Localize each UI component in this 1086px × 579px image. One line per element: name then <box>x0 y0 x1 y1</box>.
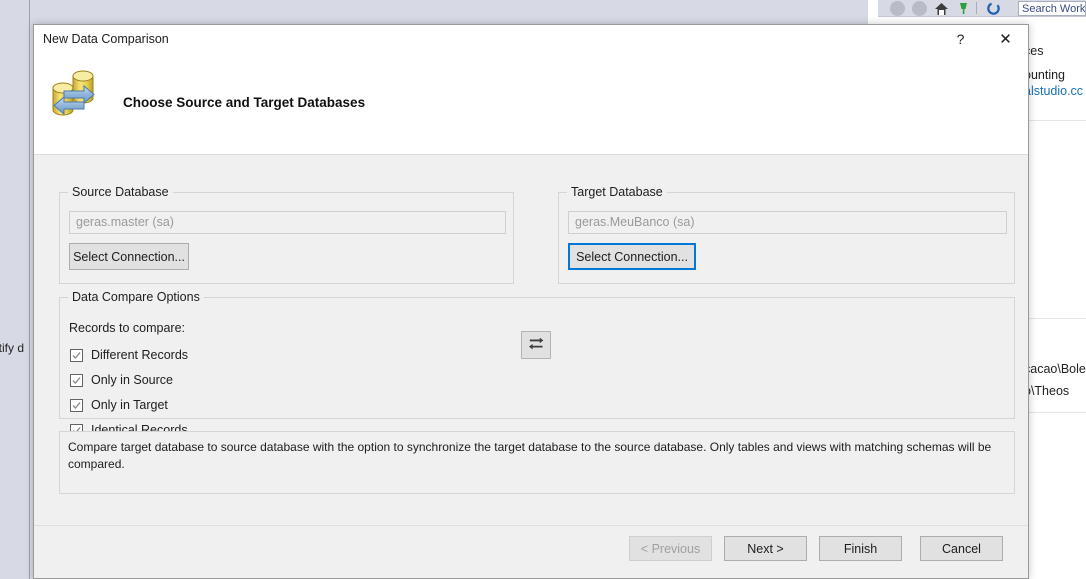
dialog-titlebar: New Data Comparison ? ✕ <box>34 25 1028 55</box>
target-database-legend: Target Database <box>567 185 667 199</box>
dialog-footer: < Previous Next > Finish Cancel <box>34 525 1028 578</box>
cancel-button[interactable]: Cancel <box>920 536 1003 561</box>
description-text: Compare target database to source databa… <box>68 440 992 471</box>
refresh-icon[interactable] <box>986 1 1001 16</box>
checkbox-only-in-source[interactable]: Only in Source <box>70 371 173 389</box>
dialog-body: Source Database geras.master (sa) Select… <box>34 155 1028 549</box>
back-arrow-icon[interactable] <box>890 1 905 16</box>
background-text-accounting: ounting <box>1024 68 1066 82</box>
forward-arrow-icon[interactable] <box>912 1 927 16</box>
dialog-heading: Choose Source and Target Databases <box>123 95 366 110</box>
editor-left-region: ntify d <box>0 0 30 579</box>
finish-button[interactable]: Finish <box>819 536 902 561</box>
checkbox-label: Different Records <box>91 348 189 362</box>
home-icon[interactable] <box>934 1 949 16</box>
records-to-compare-label: Records to compare: <box>69 321 186 335</box>
target-select-connection-button[interactable]: Select Connection... <box>568 243 696 270</box>
checkmark-icon <box>70 398 83 412</box>
background-text-path-2: o\Theos <box>1024 384 1070 398</box>
background-text-url[interactable]: alstudio.cc <box>1024 84 1083 98</box>
new-data-comparison-dialog: New Data Comparison ? ✕ Choose Source an… <box>33 24 1029 579</box>
toolbar-separator <box>976 2 977 14</box>
background-left-text: ntify d <box>0 341 25 355</box>
checkbox-label: Only in Source <box>91 373 173 387</box>
source-select-connection-button[interactable]: Select Connection... <box>69 243 189 270</box>
previous-button[interactable]: < Previous <box>629 536 712 561</box>
checkbox-different-records[interactable]: Different Records <box>70 346 188 364</box>
next-button[interactable]: Next > <box>724 536 807 561</box>
background-text-path-1: cacao\Bole <box>1024 362 1086 376</box>
target-connection-value[interactable]: geras.MeuBanco (sa) <box>568 211 1007 234</box>
database-compare-icon <box>46 66 102 122</box>
source-connection-value[interactable]: geras.master (sa) <box>69 211 506 234</box>
description-panel: Compare target database to source databa… <box>59 431 1015 494</box>
source-database-group: Source Database geras.master (sa) Select… <box>59 185 514 284</box>
dialog-title: New Data Comparison <box>43 32 169 46</box>
checkbox-only-in-target[interactable]: Only in Target <box>70 396 168 414</box>
close-icon[interactable]: ✕ <box>983 25 1028 54</box>
data-compare-options-legend: Data Compare Options <box>68 290 204 304</box>
source-database-legend: Source Database <box>68 185 173 199</box>
checkmark-icon <box>70 373 83 387</box>
search-work-items-input[interactable]: Search Work <box>1018 1 1086 16</box>
data-compare-options-group: Data Compare Options <box>59 290 1015 419</box>
target-database-group: Target Database geras.MeuBanco (sa) Sele… <box>558 185 1015 284</box>
help-icon[interactable]: ? <box>938 25 983 54</box>
checkbox-label: Only in Target <box>91 398 168 412</box>
dialog-header: Choose Source and Target Databases <box>34 55 1028 155</box>
checkmark-icon <box>70 348 83 362</box>
plug-icon[interactable] <box>956 1 971 16</box>
